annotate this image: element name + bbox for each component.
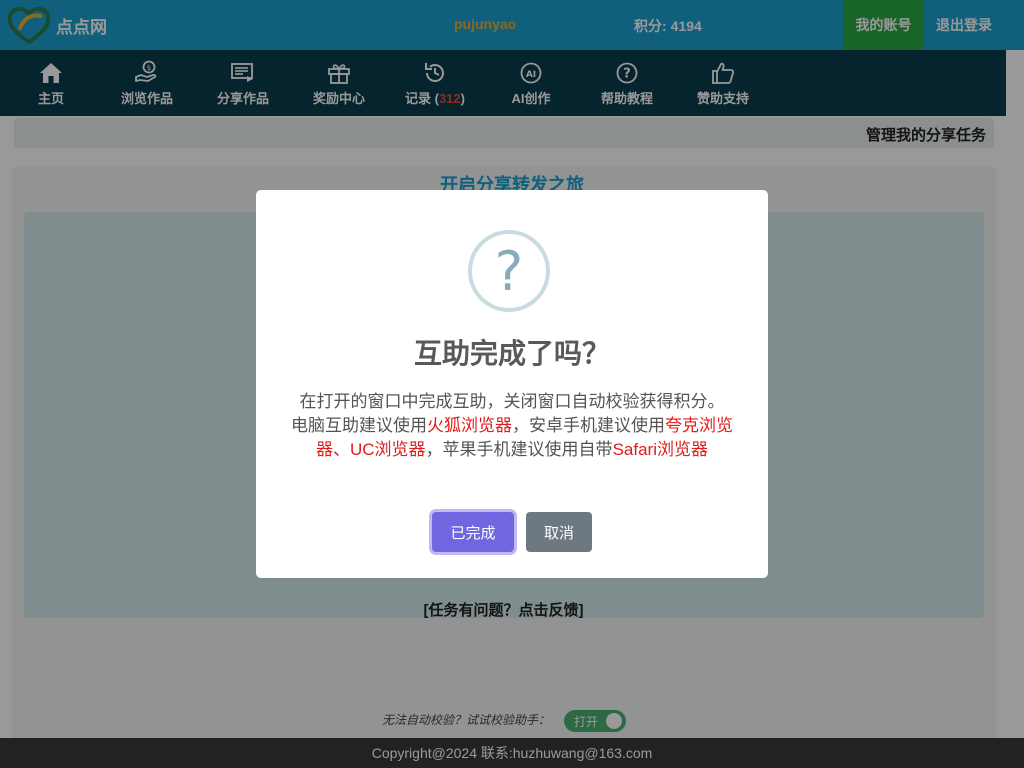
firefox-browser-text: 火狐浏览器 (427, 416, 512, 435)
cancel-button[interactable]: 取消 (526, 512, 592, 552)
dialog-title: 互助完成了吗？ (413, 338, 610, 369)
dialog-body: 在打开的窗口中完成互助，关闭窗口自动校验获得积分。 电脑互助建议使用火狐浏览器，… (282, 390, 742, 462)
tip-text-apple: ，苹果手机建议使用自带 (425, 440, 613, 459)
tip-text-pc: 电脑互助建议使用 (291, 416, 427, 435)
tip-text-android: ，安卓手机建议使用 (512, 416, 665, 435)
dialog-body-line1: 在打开的窗口中完成互助，关闭窗口自动校验获得积分。 (299, 392, 725, 411)
done-button[interactable]: 已完成 (432, 512, 514, 552)
safari-browser-text: Safari浏览器 (612, 440, 708, 459)
dialog-body-browser-tips: 电脑互助建议使用火狐浏览器，安卓手机建议使用夸克浏览器、UC浏览器，苹果手机建议… (282, 414, 742, 462)
page-root: 点点网 pujunyao 积分: 4194 我的账号 退出登录 主页 $ 浏览作品 (0, 0, 1024, 768)
confirm-dialog: ? 互助完成了吗？ 在打开的窗口中完成互助，关闭窗口自动校验获得积分。 电脑互助… (256, 190, 768, 578)
question-icon: ? (468, 230, 550, 312)
